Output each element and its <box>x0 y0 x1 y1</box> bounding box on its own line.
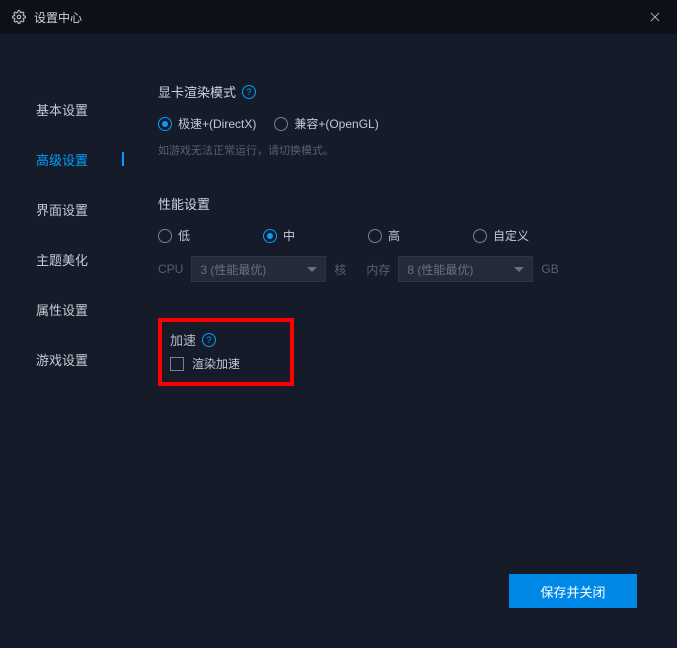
performance-title: 性能设置 <box>158 194 210 213</box>
cores-unit: 核 <box>334 261 346 278</box>
chevron-down-icon <box>514 267 524 272</box>
highlight-box: 加速 ? 渲染加速 <box>158 318 294 386</box>
radio-low[interactable]: 低 <box>158 227 263 244</box>
radio-label: 低 <box>178 227 190 244</box>
mem-label: 内存 <box>366 261 390 278</box>
radio-directx[interactable]: 极速+(DirectX) <box>158 115 256 132</box>
section-title: 性能设置 <box>158 194 647 213</box>
sidebar-item-interface[interactable]: 界面设置 <box>0 184 128 234</box>
radio-label: 自定义 <box>493 227 529 244</box>
content: 显卡渲染模式 ? 极速+(DirectX) 兼容+(OpenGL) 如游戏无法正… <box>128 34 677 648</box>
radio-circle-icon <box>368 229 382 243</box>
mem-unit: GB <box>541 262 558 276</box>
sidebar-item-game[interactable]: 游戏设置 <box>0 334 128 384</box>
render-mode-hint: 如游戏无法正常运行，请切换模式。 <box>158 142 647 158</box>
help-icon[interactable]: ? <box>202 333 216 347</box>
radio-label: 高 <box>388 227 400 244</box>
sidebar-item-property[interactable]: 属性设置 <box>0 284 128 334</box>
radio-high[interactable]: 高 <box>368 227 473 244</box>
render-accel-label: 渲染加速 <box>192 355 240 372</box>
sidebar-item-label: 主题美化 <box>36 250 88 269</box>
mem-value: 8 (性能最优) <box>407 261 473 278</box>
section-render-mode: 显卡渲染模式 ? 极速+(DirectX) 兼容+(OpenGL) 如游戏无法正… <box>158 82 647 158</box>
gear-icon <box>12 10 26 24</box>
radio-custom[interactable]: 自定义 <box>473 227 578 244</box>
radio-label: 中 <box>283 227 295 244</box>
window-title: 设置中心 <box>34 9 82 26</box>
sidebar-item-label: 界面设置 <box>36 200 88 219</box>
sidebar-item-basic[interactable]: 基本设置 <box>0 84 128 134</box>
close-button[interactable] <box>645 7 665 27</box>
chevron-down-icon <box>307 267 317 272</box>
render-accel-checkbox[interactable] <box>170 357 184 371</box>
render-mode-title: 显卡渲染模式 <box>158 82 236 101</box>
radio-medium[interactable]: 中 <box>263 227 368 244</box>
sidebar-item-label: 属性设置 <box>36 300 88 319</box>
sidebar: 基本设置 高级设置 界面设置 主题美化 属性设置 游戏设置 <box>0 34 128 648</box>
titlebar-left: 设置中心 <box>12 9 82 26</box>
save-button-label: 保存并关闭 <box>540 582 605 601</box>
radio-circle-icon <box>274 117 288 131</box>
sidebar-item-label: 高级设置 <box>36 150 88 169</box>
section-performance: 性能设置 低 中 高 自定义 <box>158 194 647 282</box>
cpu-dropdown[interactable]: 3 (性能最优) <box>191 256 326 282</box>
cpu-label: CPU <box>158 262 183 276</box>
sidebar-item-label: 基本设置 <box>36 100 88 119</box>
accel-title: 加速 <box>170 330 196 349</box>
help-icon[interactable]: ? <box>242 85 256 99</box>
titlebar: 设置中心 <box>0 0 677 34</box>
radio-label: 兼容+(OpenGL) <box>294 115 378 132</box>
mem-dropdown[interactable]: 8 (性能最优) <box>398 256 533 282</box>
cpu-value: 3 (性能最优) <box>200 261 266 278</box>
radio-label: 极速+(DirectX) <box>178 115 256 132</box>
radio-opengl[interactable]: 兼容+(OpenGL) <box>274 115 378 132</box>
sidebar-item-advanced[interactable]: 高级设置 <box>0 134 128 184</box>
radio-circle-icon <box>263 229 277 243</box>
sidebar-item-theme[interactable]: 主题美化 <box>0 234 128 284</box>
sidebar-item-label: 游戏设置 <box>36 350 88 369</box>
radio-circle-icon <box>158 117 172 131</box>
radio-circle-icon <box>158 229 172 243</box>
section-title: 显卡渲染模式 ? <box>158 82 647 101</box>
save-and-close-button[interactable]: 保存并关闭 <box>509 574 637 608</box>
section-acceleration: 加速 ? 渲染加速 <box>158 318 647 386</box>
radio-circle-icon <box>473 229 487 243</box>
